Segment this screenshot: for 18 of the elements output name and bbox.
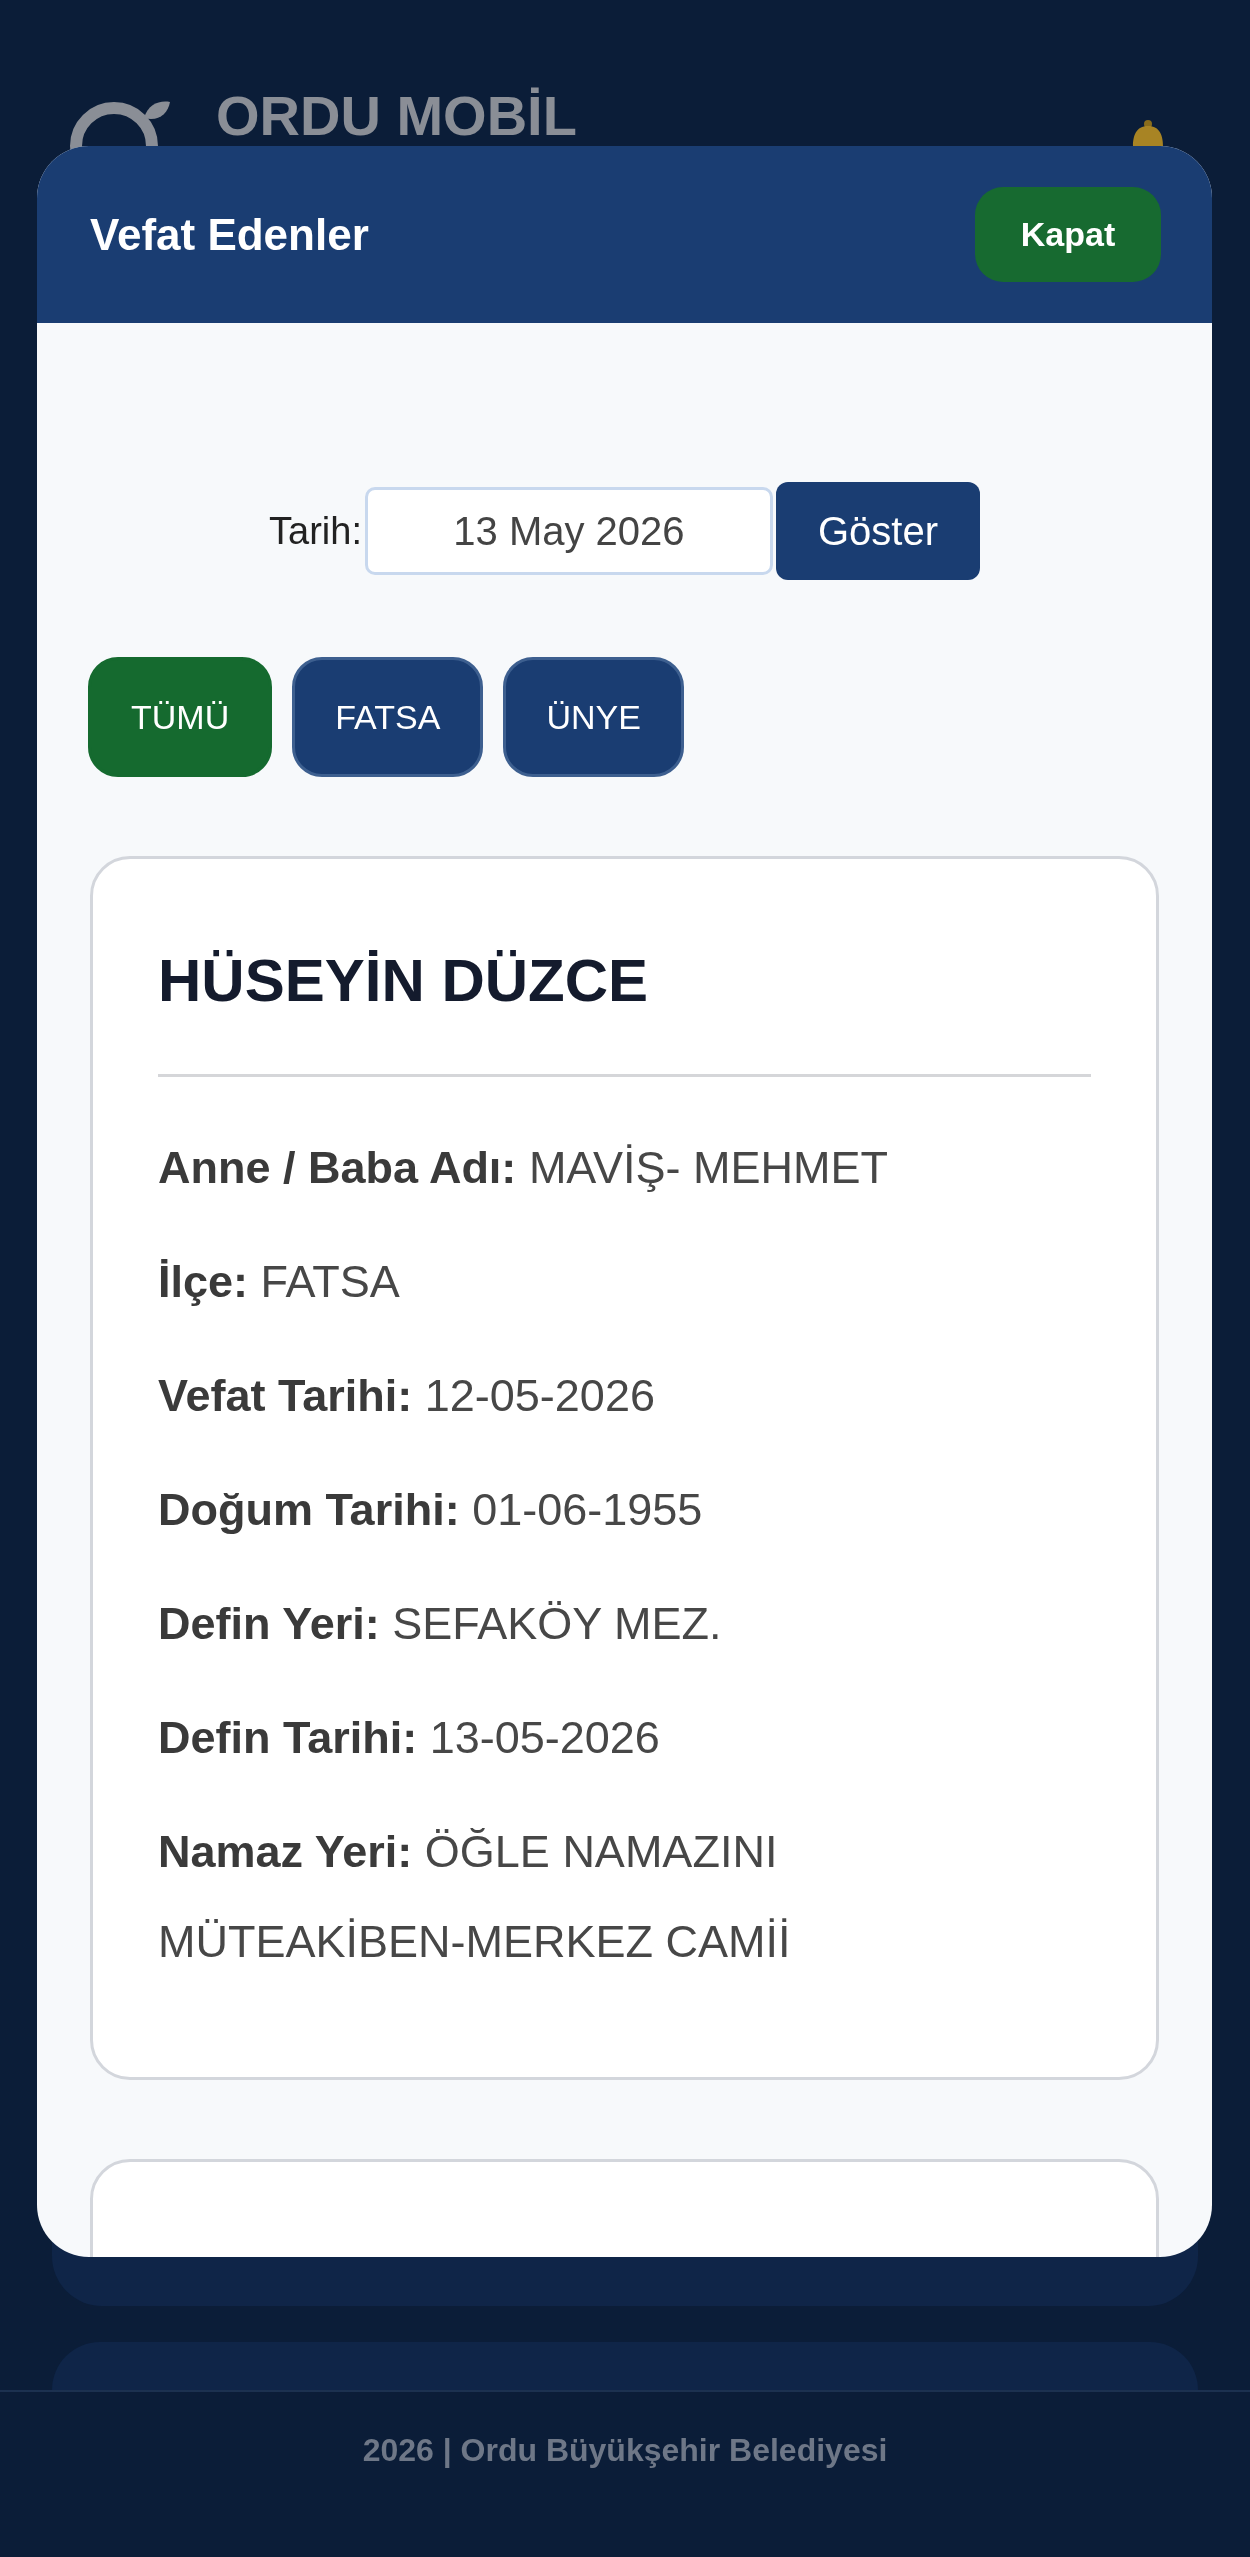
show-button[interactable]: Göster xyxy=(775,482,980,580)
date-field[interactable]: 13 May 2026 xyxy=(364,487,773,575)
record-detail: Doğum Tarihi: 01-06-1955 xyxy=(158,1483,704,1537)
footer-text: 2026 | Ordu Büyükşehir Belediyesi xyxy=(362,2431,888,2470)
modal-title: Vefat Edenler xyxy=(90,208,369,261)
record-detail: Anne / Baba Adı: MAVİŞ- MEHMET xyxy=(158,1141,890,1195)
district-filter-tab[interactable]: TÜMÜ xyxy=(88,657,273,777)
district-filter-tab[interactable]: ÜNYE xyxy=(503,657,684,777)
district-filter-tab[interactable]: FATSA xyxy=(292,657,484,777)
record-detail: Defin Tarihi: 13-05-2026 xyxy=(158,1711,661,1765)
app-title: ORDU MOBİL xyxy=(216,88,577,144)
record-detail: Defin Yeri: SEFAKÖY MEZ. xyxy=(158,1597,723,1651)
close-button[interactable]: Kapat xyxy=(975,187,1161,282)
record-detail: Vefat Tarihi: 12-05-2026 xyxy=(158,1369,656,1423)
date-label: Tarih: xyxy=(269,508,362,554)
record-detail: İlçe: FATSA xyxy=(158,1255,401,1309)
deceased-name: HÜSEYİN DÜZCE xyxy=(158,951,650,1011)
record-detail: Namaz Yeri: ÖĞLE NAMAZINI MÜTEAKİBEN-MERKEZ CAMİİ xyxy=(158,1825,792,1969)
